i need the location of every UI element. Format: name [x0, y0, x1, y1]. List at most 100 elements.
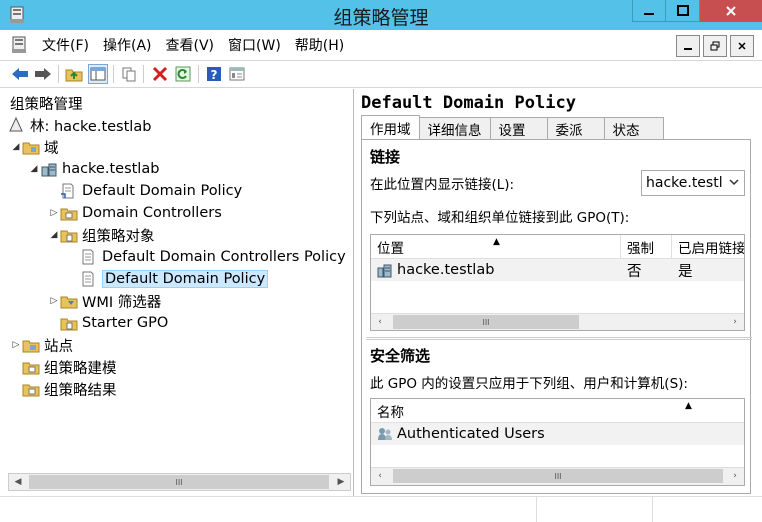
collapse-arrow-icon[interactable]: ◢ — [28, 164, 40, 174]
scrollbar-grip: III — [482, 317, 490, 327]
menu-bar: 文件(F) 操作(A) 查看(V) 窗口(W) 帮助(H) — [0, 30, 762, 60]
menu-view[interactable]: 查看(V) — [164, 33, 217, 57]
chevron-down-icon — [728, 176, 740, 191]
scroll-left-arrow-icon[interactable]: ‹ — [371, 314, 389, 330]
scope-tab-panel: 链接 在此位置内显示链接(L): hacke.testl 下列站点、域和组织单位… — [361, 139, 752, 494]
tree-item-label: hacke.testlab — [62, 161, 160, 177]
scroll-left-arrow-icon[interactable]: ◀ — [9, 474, 27, 490]
mdi-minimize-button[interactable] — [676, 35, 700, 57]
expand-arrow-icon[interactable]: ▷ — [48, 208, 60, 218]
tab-delegation[interactable]: 委派 — [546, 117, 605, 139]
domain-icon — [377, 262, 395, 278]
column-header-label: 强制 — [627, 241, 654, 257]
tree-item-gpmc-root[interactable]: 组策略管理 — [10, 92, 83, 114]
collapse-arrow-icon[interactable]: ◢ — [48, 230, 60, 240]
tree-item-label: Default Domain Controllers Policy — [102, 249, 346, 265]
minimize-button[interactable] — [632, 0, 666, 22]
close-button[interactable] — [700, 0, 762, 22]
menu-action[interactable]: 操作(A) — [101, 33, 154, 57]
gpo-icon — [80, 249, 98, 265]
forward-arrow-icon[interactable] — [33, 64, 53, 84]
tree-item-gpo-container[interactable]: ◢ 组策略对象 — [48, 224, 155, 246]
tree-item-modeling[interactable]: 组策略建模 — [22, 356, 117, 378]
status-bar — [0, 496, 762, 522]
security-horizontal-scrollbar[interactable]: ‹ III › — [371, 467, 744, 485]
tree-item-gpo-dc-policy[interactable]: Default Domain Controllers Policy — [80, 246, 346, 268]
tree-item-label: 域 — [44, 140, 59, 157]
scroll-right-arrow-icon[interactable]: › — [726, 314, 744, 330]
starter-gpo-folder-icon — [60, 315, 78, 331]
svg-text:?: ? — [211, 68, 218, 82]
show-hide-tree-icon[interactable] — [88, 64, 108, 84]
help-icon[interactable]: ? — [204, 64, 224, 84]
scrollbar-thumb[interactable]: III — [393, 315, 579, 329]
show-links-label: 在此位置内显示链接(L): — [370, 177, 515, 193]
properties-icon[interactable] — [227, 64, 247, 84]
name-cell: Authenticated Users — [371, 423, 744, 445]
tree-item-label: 组策略管理 — [10, 96, 83, 113]
column-header-label: 名称 — [377, 405, 404, 421]
menu-window[interactable]: 窗口(W) — [226, 33, 283, 57]
security-listview: 名称 ▲ Authenticated Users ‹ III › — [370, 398, 745, 486]
forest-icon — [8, 116, 26, 133]
tree-item-label: 组策略对象 — [82, 228, 155, 245]
links-description: 下列站点、域和组织单位链接到此 GPO(T): — [370, 210, 630, 226]
scroll-left-arrow-icon[interactable]: ‹ — [371, 468, 389, 484]
modeling-icon — [22, 359, 40, 375]
expand-arrow-icon[interactable]: ▷ — [48, 296, 60, 306]
collapse-arrow-icon[interactable]: ◢ — [10, 142, 22, 152]
links-horizontal-scrollbar[interactable]: ‹ III › — [371, 313, 744, 330]
scroll-right-arrow-icon[interactable]: › — [726, 468, 744, 484]
status-bar-divider — [652, 497, 653, 522]
tree-item-domain-controllers[interactable]: ▷ Domain Controllers — [48, 202, 222, 224]
tree-item-label: WMI 筛选器 — [82, 294, 162, 311]
location-dropdown[interactable]: hacke.testl — [641, 170, 745, 196]
tree-item-label: Default Domain Policy — [82, 183, 243, 199]
tree-item-label: Domain Controllers — [82, 205, 222, 221]
menu-file[interactable]: 文件(F) — [40, 33, 91, 57]
maximize-button[interactable] — [666, 0, 700, 22]
scrollbar-thumb[interactable]: III — [29, 475, 329, 489]
mdi-close-button[interactable] — [730, 35, 754, 57]
tree-item-wmi-filters[interactable]: ▷ WMI 筛选器 — [48, 290, 162, 312]
toolbar-separator — [113, 65, 114, 83]
column-header-enforced[interactable]: 强制 — [621, 235, 672, 259]
tree-item-label: 站点 — [44, 338, 73, 355]
domain-icon — [40, 161, 58, 177]
tree-item-gpo-domain-policy[interactable]: Default Domain Policy — [80, 268, 269, 290]
scrollbar-grip: III — [175, 477, 183, 487]
expand-arrow-icon[interactable]: ▷ — [10, 340, 22, 350]
security-listview-header: 名称 ▲ — [371, 399, 744, 423]
up-folder-icon[interactable] — [64, 64, 84, 84]
column-header-link-enabled[interactable]: 已启用链接 — [672, 235, 744, 259]
console-icon[interactable] — [10, 35, 30, 55]
copy-icon[interactable] — [119, 64, 139, 84]
table-row[interactable]: hacke.testlab 否 是 — [371, 259, 744, 281]
back-arrow-icon[interactable] — [10, 64, 30, 84]
tab-details[interactable]: 详细信息 — [418, 117, 491, 139]
tree-item-default-policy-link[interactable]: Default Domain Policy — [60, 180, 242, 202]
tab-status[interactable]: 状态 — [603, 117, 664, 139]
tab-scope[interactable]: 作用域 — [361, 115, 420, 139]
table-row[interactable]: Authenticated Users — [371, 423, 744, 445]
link-enabled-cell: 是 — [678, 263, 693, 280]
sites-icon — [22, 337, 40, 353]
tree-item-starter-gpo[interactable]: Starter GPO — [60, 312, 168, 334]
tree-item-label: 组策略建模 — [44, 360, 117, 377]
tree-item-forest[interactable]: 林: hacke.testlab — [8, 114, 151, 136]
tree-item-domain[interactable]: ◢ hacke.testlab — [28, 158, 160, 180]
tree-item-results[interactable]: 组策略结果 — [22, 378, 117, 400]
refresh-icon[interactable] — [173, 64, 193, 84]
tree-item-sites[interactable]: ▷ 站点 — [10, 334, 73, 356]
scrollbar-grip: III — [554, 471, 562, 481]
scrollbar-thumb[interactable]: III — [393, 469, 723, 483]
delete-icon[interactable] — [150, 64, 170, 84]
tree-item-domains[interactable]: ◢ 域 — [10, 136, 59, 158]
links-listview-header: 位置 ▲ 强制 已启用链接 — [371, 235, 744, 259]
menu-help[interactable]: 帮助(H) — [293, 33, 346, 57]
console-tree-pane: 组策略管理 林: hacke.testlab ◢ 域 ◢ hacke.testl… — [0, 89, 354, 496]
tab-settings[interactable]: 设置 — [489, 117, 548, 139]
scroll-right-arrow-icon[interactable]: ▶ — [332, 474, 350, 490]
mdi-restore-button[interactable] — [703, 35, 727, 57]
tree-horizontal-scrollbar[interactable]: ◀ III ▶ — [8, 473, 351, 491]
